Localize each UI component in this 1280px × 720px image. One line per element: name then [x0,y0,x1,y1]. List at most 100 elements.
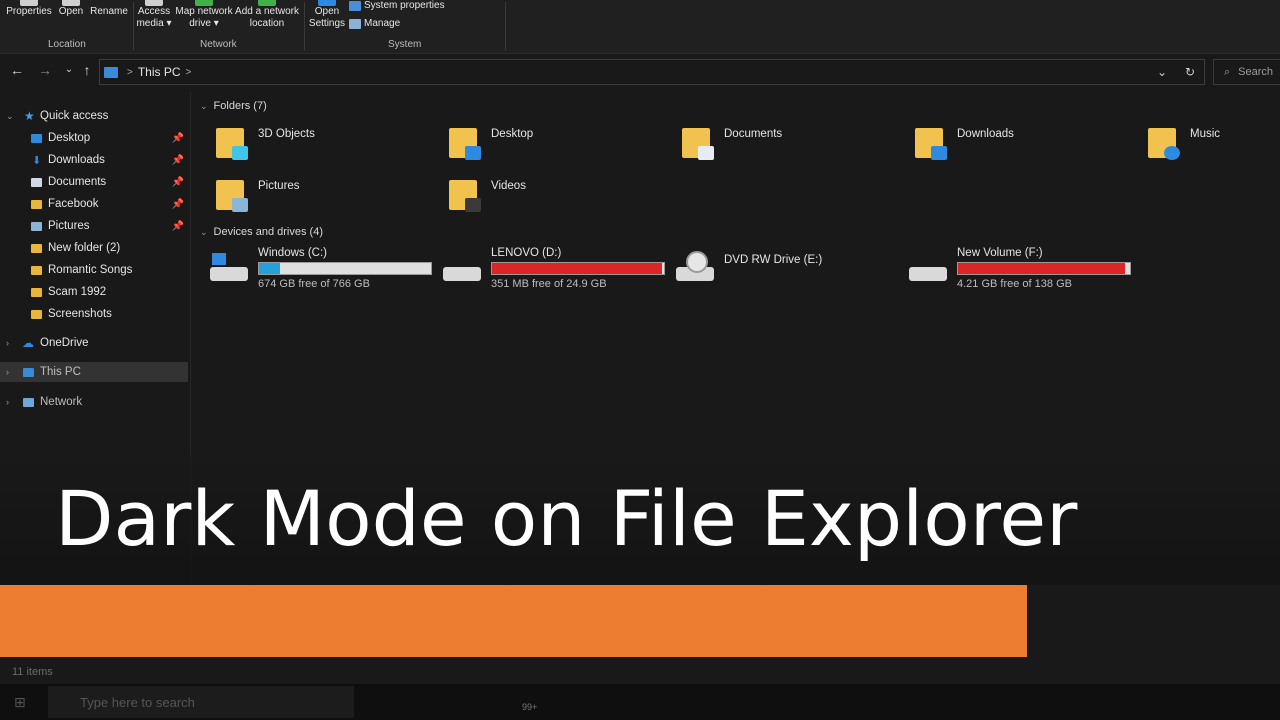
hard-drive-icon [909,267,947,281]
dvd-drive-icon [676,251,714,281]
sidebar-item-quick-access[interactable]: ⌄ ★ Quick access [0,106,188,126]
search-placeholder: Search [1238,66,1274,78]
drives-group-header[interactable]: ⌄ Devices and drives (4) [200,226,323,238]
collapsed-chevron-icon[interactable]: › [6,367,9,377]
hard-drive-icon [443,267,481,281]
desktop-folder-icon [31,133,42,143]
desktop-folder-icon [449,128,481,160]
folder-icon [31,199,42,209]
ribbon-separator [133,2,134,50]
documents-folder-icon [682,128,714,160]
rename-button[interactable]: Rename [89,0,129,18]
folders-group-header[interactable]: ⌄ Folders (7) [200,100,267,112]
pin-icon[interactable]: 📌 [172,155,184,166]
folder-tile-desktop[interactable]: Desktop [433,120,633,168]
this-pc-icon [23,367,34,377]
refresh-icon[interactable]: ↻ [1176,65,1204,79]
sidebar-item-desktop[interactable]: Desktop 📌 [0,128,188,148]
videos-folder-icon [449,180,481,212]
folder-icon [31,309,42,319]
add-network-location-button[interactable]: Add a network location [235,0,299,30]
sidebar-item-network[interactable]: › Network [0,392,188,412]
documents-icon [31,177,42,187]
orange-accent-bar [0,585,1027,657]
open-button[interactable]: Open [56,0,86,18]
folder-tile-music[interactable]: Music [1132,120,1280,168]
drive-usage-fill [259,263,280,274]
address-dropdown-chevron-icon[interactable]: ⌄ [1148,65,1176,79]
pin-icon[interactable]: 📌 [172,221,184,232]
access-media-button[interactable]: Access media ▾ [136,0,172,30]
expanded-chevron-icon: ⌄ [200,100,208,111]
folder-tile-3d-objects[interactable]: 3D Objects [200,120,400,168]
recent-locations-chevron-icon[interactable]: ⌄ [60,64,78,75]
manage-button[interactable]: Manage [349,18,400,29]
sidebar-item-romantic-songs[interactable]: Romantic Songs [0,260,188,280]
pin-icon[interactable]: 📌 [172,199,184,210]
system-group-label: System [388,39,422,50]
sidebar-item-screenshots[interactable]: Screenshots [0,304,188,324]
map-network-drive-button[interactable]: Map network drive ▾ [175,0,233,30]
expanded-chevron-icon[interactable]: ⌄ [6,111,14,122]
drive-tile-f[interactable]: New Volume (F:) 4.21 GB free of 138 GB [899,247,1131,295]
taskbar-search-box[interactable]: Type here to search [48,686,354,718]
open-settings-button[interactable]: Open Settings [308,0,346,30]
search-box[interactable]: ⌕ Search [1213,59,1280,85]
sidebar-item-this-pc[interactable]: › This PC [0,362,188,382]
address-controls: ⌄ ↻ [1148,60,1204,84]
folder-tile-pictures[interactable]: Pictures [200,172,400,220]
star-icon: ★ [24,109,35,123]
sidebar-item-documents[interactable]: Documents 📌 [0,172,188,192]
folder-tile-downloads[interactable]: Downloads [899,120,1099,168]
pin-icon[interactable]: 📌 [172,133,184,144]
windows-drive-icon [210,253,248,281]
location-group-label: Location [48,39,86,50]
windows-start-icon[interactable]: ⊞ [14,694,26,711]
taskbar: ⊞ Type here to search 99+ [0,684,1280,720]
forward-arrow-icon[interactable]: → [36,62,54,78]
folder-icon [31,243,42,253]
download-arrow-icon: ⬇ [32,154,42,167]
folder-tile-documents[interactable]: Documents [666,120,866,168]
downloads-folder-icon [915,128,947,160]
ribbon: Properties Open Rename Location Access m… [0,0,1280,54]
properties-button[interactable]: Properties [6,0,52,18]
sidebar-item-scam-1992[interactable]: Scam 1992 [0,282,188,302]
breadcrumb-chevron-icon[interactable]: > [186,67,192,78]
manage-icon [349,18,361,29]
folder-icon [31,265,42,275]
drive-tile-e[interactable]: DVD RW Drive (E:) [666,247,892,295]
music-folder-icon [1148,128,1180,160]
this-pc-icon [104,66,118,78]
collapsed-chevron-icon[interactable]: › [6,397,9,407]
pictures-icon [31,221,42,231]
drive-usage-bar [491,262,665,275]
back-arrow-icon[interactable]: ← [8,62,26,78]
collapsed-chevron-icon[interactable]: › [6,338,9,348]
sidebar-item-pictures[interactable]: Pictures 📌 [0,216,188,236]
ribbon-separator [505,2,506,50]
sidebar-item-downloads[interactable]: ⬇ Downloads 📌 [0,150,188,170]
folder-tile-videos[interactable]: Videos [433,172,633,220]
3d-objects-folder-icon [216,128,248,160]
up-arrow-icon[interactable]: ↑ [78,62,96,78]
sidebar-item-facebook[interactable]: Facebook 📌 [0,194,188,214]
drive-usage-bar [957,262,1131,275]
mail-badge: 99+ [522,702,538,712]
network-icon [23,397,34,407]
address-bar[interactable]: > This PC > ⌄ ↻ [99,59,1205,85]
drive-tile-c[interactable]: Windows (C:) 674 GB free of 766 GB [200,247,432,295]
status-item-count: 11 items [12,666,53,678]
expanded-chevron-icon: ⌄ [200,226,208,237]
navigation-bar: ← → ⌄ ↑ > This PC > ⌄ ↻ ⌕ Search [0,56,1280,88]
sidebar-item-onedrive[interactable]: › ☁ OneDrive [0,333,188,353]
pictures-folder-icon [216,180,248,212]
sidebar-item-new-folder-2[interactable]: New folder (2) [0,238,188,258]
breadcrumb-this-pc[interactable]: This PC [138,65,181,79]
pin-icon[interactable]: 📌 [172,177,184,188]
breadcrumb-separator-icon: > [127,66,133,78]
system-properties-button[interactable]: System properties [349,0,445,11]
cloud-icon: ☁ [22,336,34,350]
network-group-label: Network [200,39,237,50]
drive-tile-d[interactable]: LENOVO (D:) 351 MB free of 24.9 GB [433,247,665,295]
